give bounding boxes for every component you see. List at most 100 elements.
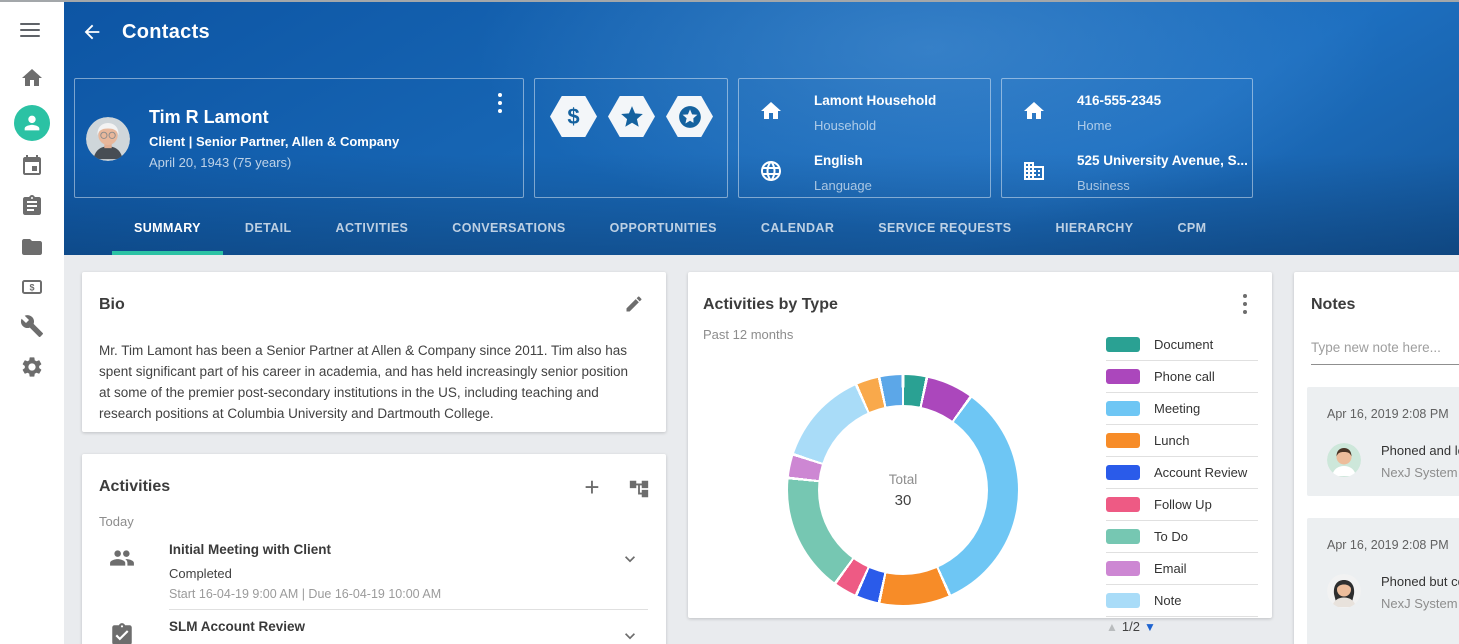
phone-row[interactable]: 416-555-2345 Home (1002, 91, 1252, 147)
chevron-down-icon[interactable] (620, 626, 640, 644)
chart-menu-icon[interactable] (1238, 294, 1252, 314)
activity-title: SLM Account Review (169, 619, 305, 634)
note-timestamp: Apr 16, 2019 2:08 PM (1327, 538, 1459, 552)
billing-icon[interactable]: $ (20, 275, 44, 299)
tab-opportunities[interactable]: OPPORTUNITIES (588, 205, 739, 255)
activity-title: Initial Meeting with Client (169, 542, 331, 557)
activities-card: Activities + Today Initial Meeting with … (82, 454, 666, 644)
tab-calendar[interactable]: CALENDAR (739, 205, 856, 255)
legend-item[interactable]: Document (1106, 329, 1258, 361)
contact-menu-icon[interactable] (493, 93, 507, 113)
bio-text: Mr. Tim Lamont has been a Senior Partner… (99, 340, 648, 424)
house-icon (1022, 99, 1046, 123)
activity-row[interactable]: Initial Meeting with Client Completed St… (99, 533, 648, 609)
donut-center-label: Total (889, 472, 918, 487)
add-activity-icon[interactable]: + (580, 476, 604, 500)
chevron-down-icon[interactable] (620, 549, 640, 569)
svg-text:$: $ (29, 283, 34, 293)
note-author-avatar (1327, 443, 1361, 477)
note-author: NexJ System (1381, 465, 1459, 480)
household-label: Household (814, 118, 876, 133)
page-header: Contacts Tim R Lamont Client | Senior Pa… (64, 2, 1459, 255)
hierarchy-view-icon[interactable] (628, 478, 650, 500)
calendar-icon[interactable] (20, 154, 44, 178)
dollar-badge-icon[interactable]: $ (550, 96, 597, 137)
legend-page-down-icon[interactable]: ▼ (1144, 620, 1156, 634)
new-note-input[interactable]: Type new note here... (1311, 340, 1459, 365)
household-row[interactable]: Lamont Household Household (739, 91, 990, 147)
star-circle-badge-icon[interactable] (666, 96, 713, 137)
star-badge-icon[interactable] (608, 96, 655, 137)
sidebar: $ (0, 2, 64, 644)
legend-swatch (1106, 593, 1140, 608)
edit-pencil-icon[interactable] (624, 294, 644, 314)
legend-item[interactable]: Email (1106, 553, 1258, 585)
language-row[interactable]: English Language (739, 151, 990, 207)
note-text: Phoned but co (1381, 574, 1459, 589)
legend-swatch (1106, 561, 1140, 576)
note-item[interactable]: Apr 16, 2019 2:08 PM Phoned and le NexJ … (1307, 387, 1459, 496)
legend-swatch (1106, 497, 1140, 512)
address-value: 525 University Avenue, S... (1077, 153, 1248, 168)
note-timestamp: Apr 16, 2019 2:08 PM (1327, 407, 1459, 421)
tab-summary[interactable]: SUMMARY (112, 205, 223, 255)
badges-card: $ (534, 78, 728, 198)
note-item[interactable]: Apr 16, 2019 2:08 PM Phoned but co NexJ … (1307, 518, 1459, 644)
notes-card: Notes Type new note here... Apr 16, 2019… (1294, 272, 1459, 644)
language-label: Language (814, 178, 872, 193)
building-icon (1022, 159, 1046, 183)
activity-schedule: Start 16-04-19 9:00 AM | Due 16-04-19 10… (169, 587, 441, 601)
legend-item[interactable]: To Do (1106, 521, 1258, 553)
settings-icon[interactable] (20, 355, 44, 379)
legend-item[interactable]: Lunch (1106, 425, 1258, 457)
phone-value: 416-555-2345 (1077, 93, 1161, 108)
donut-center: Total 30 (818, 405, 988, 575)
legend-item[interactable]: Phone call (1106, 361, 1258, 393)
activities-group-label: Today (99, 514, 648, 529)
tab-conversations[interactable]: CONVERSATIONS (430, 205, 587, 255)
legend-item[interactable]: Note (1106, 585, 1258, 617)
legend-item[interactable]: Follow Up (1106, 489, 1258, 521)
task-check-icon (109, 622, 135, 644)
activity-status: Completed (169, 566, 232, 581)
tab-hierarchy[interactable]: HIERARCHY (1034, 205, 1156, 255)
documents-icon[interactable] (20, 235, 44, 259)
tools-icon[interactable] (20, 314, 44, 338)
address-row[interactable]: 525 University Avenue, S... Business (1002, 151, 1252, 207)
language-value: English (814, 153, 863, 168)
tab-cpm[interactable]: CPM (1155, 205, 1228, 255)
household-card: Lamont Household Household English Langu… (738, 78, 991, 198)
tab-detail[interactable]: DETAIL (223, 205, 314, 255)
notes-title: Notes (1311, 296, 1459, 314)
legend-item[interactable]: Account Review (1106, 457, 1258, 489)
legend-swatch (1106, 433, 1140, 448)
legend-swatch (1106, 465, 1140, 480)
contact-summary-card: Tim R Lamont Client | Senior Partner, Al… (74, 78, 524, 198)
window-top-edge (0, 0, 1459, 2)
bio-title: Bio (99, 296, 648, 314)
contacts-icon[interactable] (14, 105, 50, 141)
address-label: Business (1077, 178, 1130, 193)
menu-icon[interactable] (20, 23, 44, 47)
legend-pagination: ▲ 1/2 ▼ (1106, 619, 1258, 634)
legend-swatch (1106, 529, 1140, 544)
tasks-icon[interactable] (20, 194, 44, 218)
activity-row[interactable]: SLM Account Review Outstanding (99, 610, 648, 644)
contact-birthdate: April 20, 1943 (75 years) (149, 155, 291, 170)
contact-subtitle: Client | Senior Partner, Allen & Company (149, 134, 399, 149)
legend-page-up-icon[interactable]: ▲ (1106, 620, 1118, 634)
phone-label: Home (1077, 118, 1112, 133)
chart-title: Activities by Type (703, 296, 1254, 314)
tab-activities[interactable]: ACTIVITIES (314, 205, 431, 255)
app-bar: Contacts (64, 12, 210, 52)
page-title: Contacts (122, 21, 210, 44)
tab-service-requests[interactable]: SERVICE REQUESTS (856, 205, 1033, 255)
legend-swatch (1106, 401, 1140, 416)
home-icon[interactable] (20, 66, 44, 90)
household-value: Lamont Household (814, 93, 936, 108)
back-arrow-icon[interactable] (78, 18, 106, 46)
legend-page-indicator: 1/2 (1122, 619, 1140, 634)
activities-by-type-card: Activities by Type Past 12 months Total … (688, 272, 1272, 618)
legend-item[interactable]: Meeting (1106, 393, 1258, 425)
note-text: Phoned and le (1381, 443, 1459, 458)
